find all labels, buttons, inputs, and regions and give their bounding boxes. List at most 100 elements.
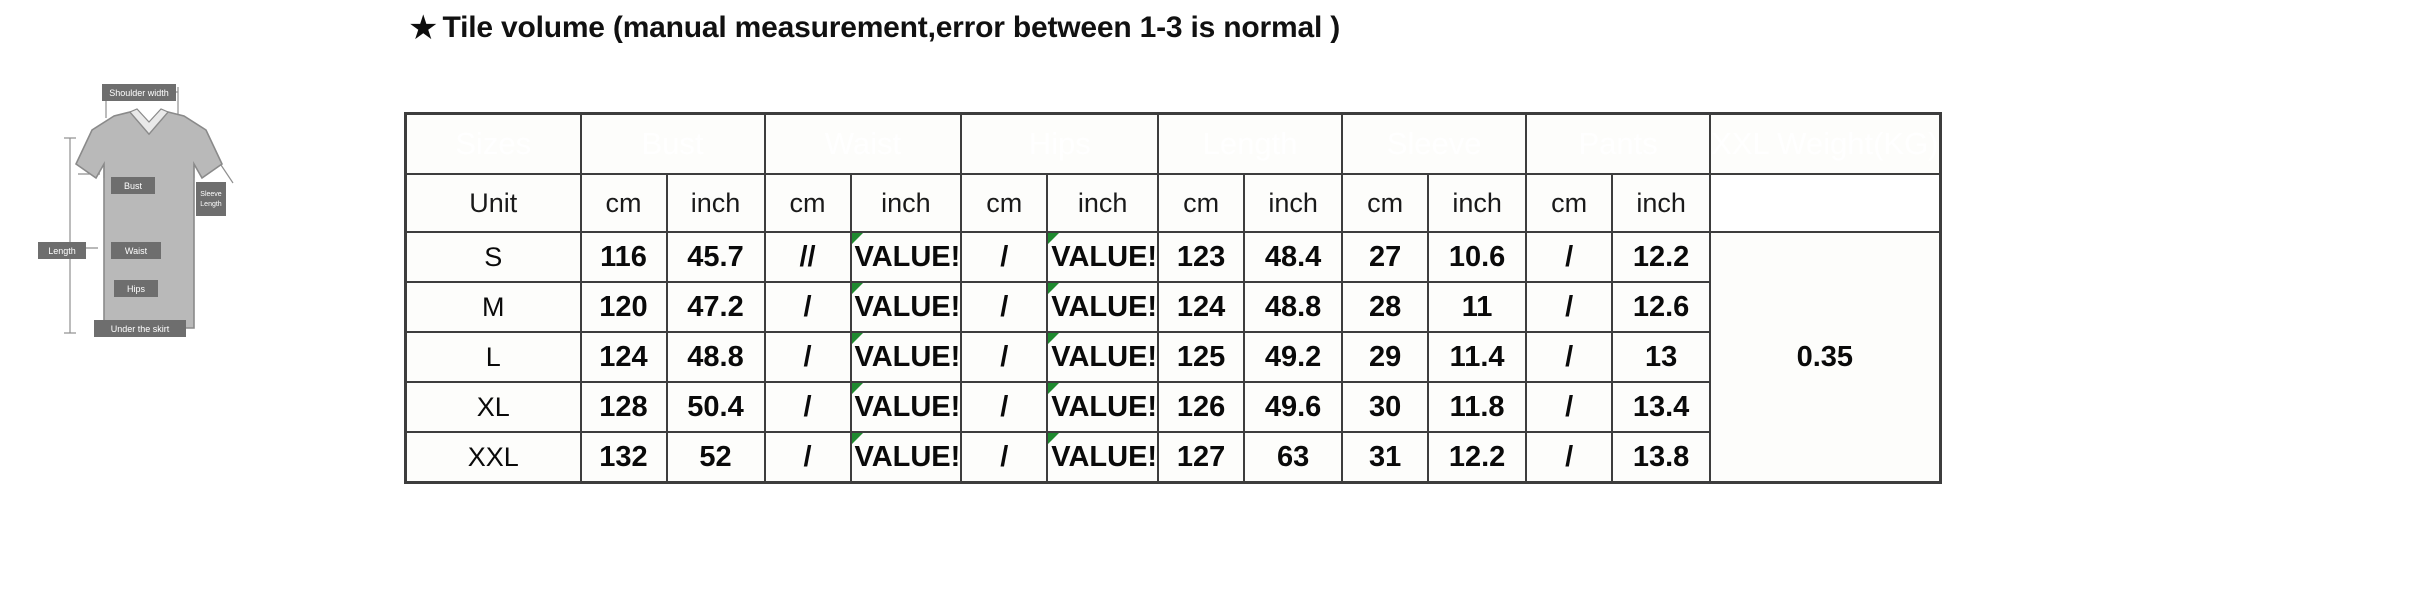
cell-bust-inch: 52 [665,431,766,484]
svg-text:Length: Length [200,201,222,208]
cell-sleeve-inch: 10.6 [1427,231,1528,283]
cell-xxl-weight: 0.35 [1709,231,1942,484]
cell-pants-cm: / [1525,281,1614,333]
unit-bust-inch: inch [665,173,766,233]
chart-title: ★ Tile volume (manual measurement,error … [408,8,1340,48]
size-chart-container: Sizes Bust Waist Hips Length Sleeve Pant… [404,112,1942,484]
unit-sleeve-inch: inch [1427,173,1528,233]
header-bust: Bust [579,112,766,175]
unit-bust-cm: cm [579,173,668,233]
cell-waist-cm: / [763,281,852,333]
cell-length-cm: 123 [1157,231,1246,283]
error-value-text: VALUE! [1051,240,1158,273]
unit-pants-cm: cm [1525,173,1614,233]
cell-pants-cm: / [1525,231,1614,283]
cell-bust-inch: 50.4 [665,381,766,433]
header-waist: Waist [763,112,963,175]
cell-sleeve-inch: 12.2 [1427,431,1528,484]
error-value-text: VALUE! [854,340,961,373]
cell-bust-inch: 48.8 [665,331,766,383]
cell-sleeve-inch: 11 [1427,281,1528,333]
header-xxl-weight: XXL Weight(KG) [1709,112,1942,175]
header-pants: Pants [1525,112,1712,175]
label-under-skirt: Under the skirt [111,324,170,334]
cell-sleeve-inch: 11.8 [1427,381,1528,433]
cell-waist-inch-error: VALUE! [849,431,963,484]
cell-bust-inch: 47.2 [665,281,766,333]
header-hips: Hips [960,112,1160,175]
cell-waist-inch-error: VALUE! [849,231,963,283]
cell-bust-cm: 116 [579,231,668,283]
cell-hips-cm: / [960,281,1049,333]
size-label: S [404,231,582,283]
cell-waist-cm: / [763,331,852,383]
unit-waist-inch: inch [849,173,963,233]
label-shoulder: Shoulder width [109,88,169,98]
cell-length-inch: 49.6 [1243,381,1344,433]
error-value-text: VALUE! [1051,290,1158,323]
cell-sleeve-cm: 31 [1341,431,1430,484]
error-value-text: VALUE! [1051,440,1158,473]
cell-length-inch: 48.8 [1243,281,1344,333]
cell-bust-inch: 45.7 [665,231,766,283]
unit-row: Unit cm inch cm inch cm inch cm inch cm … [404,173,1941,233]
cell-pants-inch: 13.4 [1611,381,1712,433]
cell-bust-cm: 124 [579,331,668,383]
label-hips: Hips [127,284,146,294]
cell-sleeve-cm: 29 [1341,331,1430,383]
unit-length-inch: inch [1243,173,1344,233]
cell-pants-inch: 13.8 [1611,431,1712,484]
label-length: Length [48,246,76,256]
cell-bust-cm: 132 [579,431,668,484]
cell-hips-cm: / [960,231,1049,283]
cell-pants-cm: / [1525,331,1614,383]
label-bust: Bust [124,181,143,191]
cell-length-cm: 125 [1157,331,1246,383]
garment-diagram-svg: Shoulder width Bust Waist Hips Length Sl… [38,84,234,337]
cell-waist-inch-error: VALUE! [849,281,963,333]
unit-waist-cm: cm [763,173,852,233]
error-value-text: VALUE! [854,290,961,323]
star-icon: ★ [408,9,439,47]
cell-waist-cm: / [763,431,852,484]
cell-hips-inch-error: VALUE! [1046,281,1160,333]
unit-hips-cm: cm [960,173,1049,233]
cell-pants-cm: / [1525,431,1614,484]
cell-pants-inch: 12.2 [1611,231,1712,283]
cell-waist-cm: // [763,231,852,283]
unit-length-cm: cm [1157,173,1246,233]
size-label: L [404,331,582,383]
cell-waist-inch-error: VALUE! [849,381,963,433]
header-sleeve: Sleeve [1341,112,1528,175]
cell-waist-cm: / [763,381,852,433]
cell-hips-cm: / [960,431,1049,484]
cell-sleeve-inch: 11.4 [1427,331,1528,383]
error-value-text: VALUE! [854,240,961,273]
table-row: S 116 45.7 // VALUE! / VALUE! 123 48.4 2… [404,231,1942,484]
table-row: XXL 132 52 / VALUE! / VALUE! 127 63 31 1… [404,431,1941,484]
cell-length-cm: 126 [1157,381,1246,433]
garment-measurement-diagram: Shoulder width Bust Waist Hips Length Sl… [18,78,358,378]
cell-waist-inch-error: VALUE! [849,331,963,383]
label-waist: Waist [125,246,148,256]
cell-length-inch: 63 [1243,431,1344,484]
error-value-text: VALUE! [1051,340,1158,373]
error-value-text: VALUE! [854,390,961,423]
table-row: M 120 47.2 / VALUE! / VALUE! 124 48.8 28… [404,281,1941,333]
table-row: L 124 48.8 / VALUE! / VALUE! 125 49.2 29… [404,331,1941,383]
cell-pants-inch: 12.6 [1611,281,1712,333]
size-label: XL [404,381,582,433]
cell-length-inch: 48.4 [1243,231,1344,283]
cell-sleeve-cm: 28 [1341,281,1430,333]
table-row: XL 128 50.4 / VALUE! / VALUE! 126 49.6 3… [404,381,1941,433]
unit-hips-inch: inch [1046,173,1160,233]
header-length: Length [1157,112,1344,175]
title-text: Tile volume (manual measurement,error be… [442,11,1341,44]
size-label: M [404,281,582,333]
cell-length-cm: 124 [1157,281,1246,333]
unit-label: Unit [404,173,582,233]
cell-hips-inch-error: VALUE! [1046,381,1160,433]
unit-pants-inch: inch [1611,173,1712,233]
cell-length-inch: 49.2 [1243,331,1344,383]
cell-sleeve-cm: 27 [1341,231,1430,283]
